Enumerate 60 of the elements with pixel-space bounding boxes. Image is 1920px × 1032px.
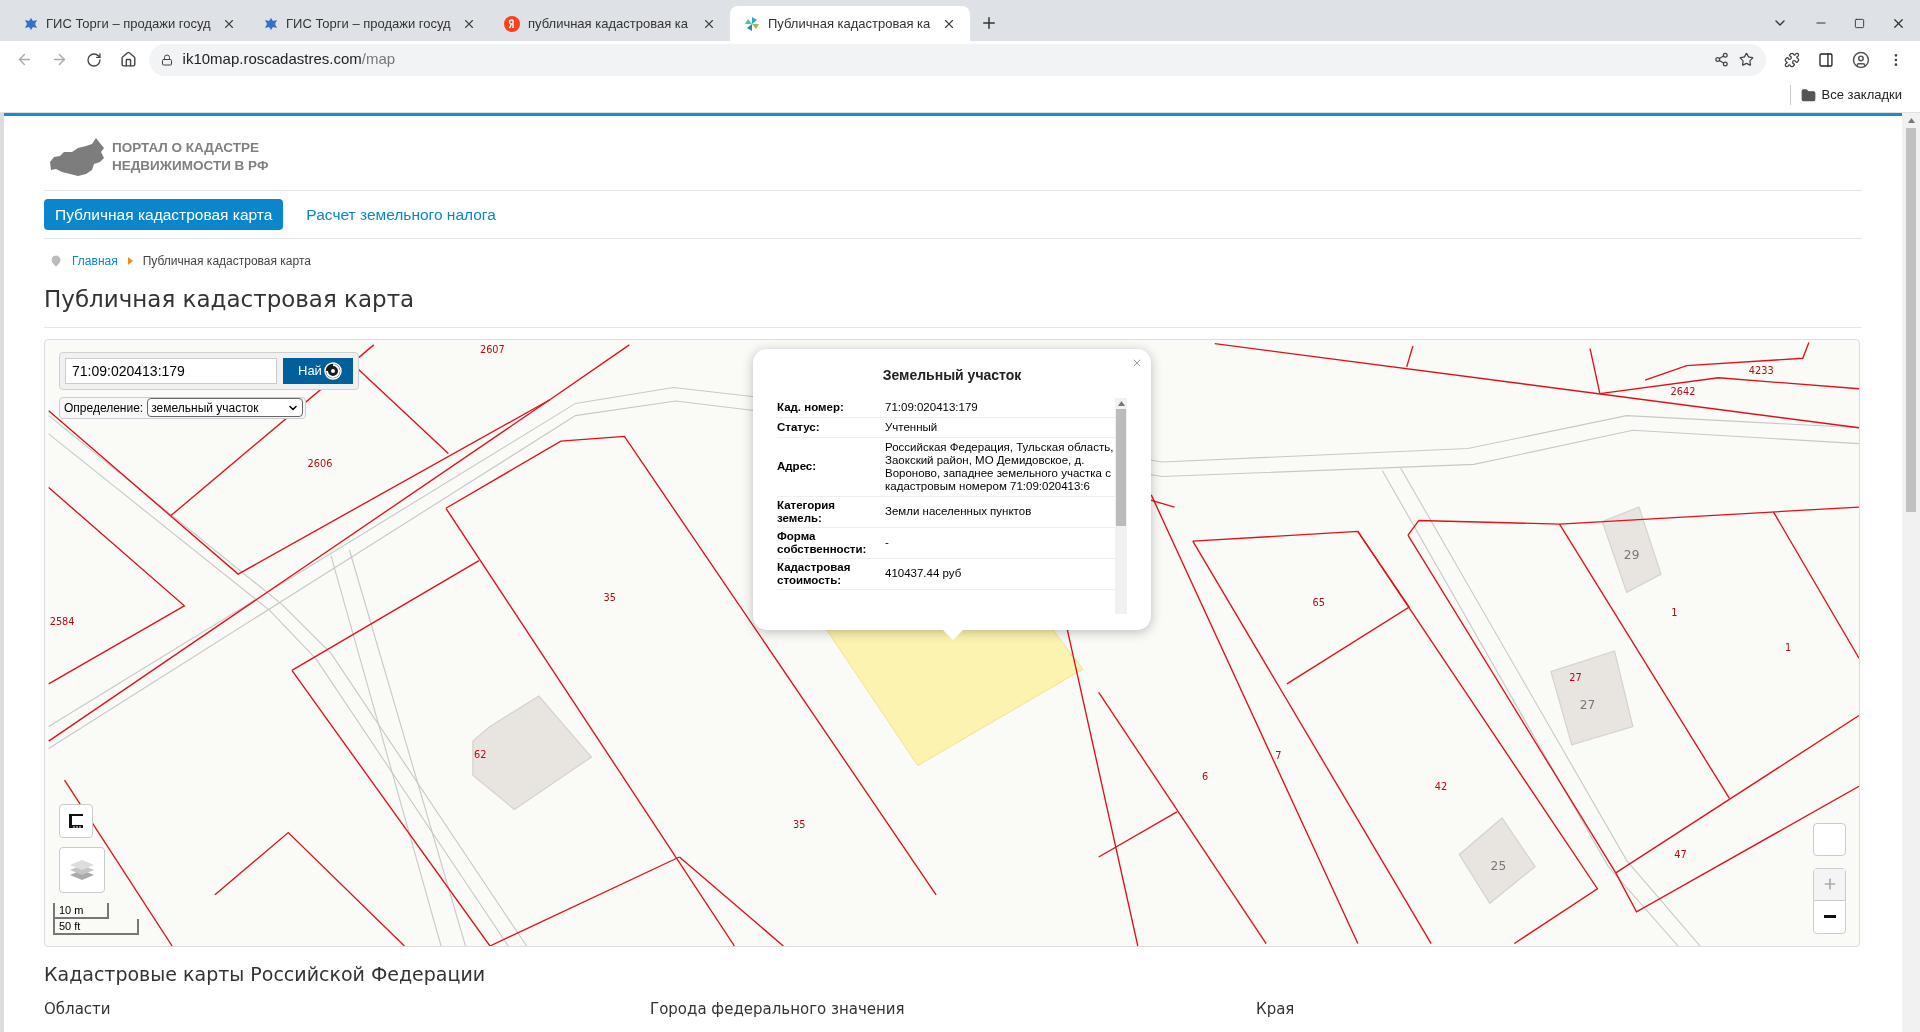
definition-label: Определение: bbox=[64, 399, 144, 417]
page-title: Публичная кадастровая карта bbox=[44, 273, 1862, 328]
building-number: 27 bbox=[1579, 697, 1596, 712]
parcel-number: 47 bbox=[1674, 848, 1687, 860]
browser-tab[interactable]: публичная кадастровая ка bbox=[490, 6, 730, 41]
metric-scale: 10 m bbox=[53, 902, 109, 919]
field-label: Статус: bbox=[777, 420, 821, 434]
field-value: 410437.44 руб bbox=[884, 566, 963, 581]
parcel-number: 4233 bbox=[1748, 364, 1774, 376]
parcel-number: 2607 bbox=[479, 343, 505, 355]
imperial-scale: 50 ft bbox=[53, 918, 139, 935]
parcel-number: 2606 bbox=[307, 457, 333, 469]
cadastral-number-field[interactable]: 71:09:020413:179 bbox=[65, 357, 277, 384]
field-label: Адрес: bbox=[777, 460, 818, 473]
parcel-number: 62 bbox=[473, 748, 487, 760]
find-button[interactable]: Най bbox=[283, 357, 353, 384]
browser-tab[interactable]: Публичная кадастровая ка bbox=[730, 6, 970, 41]
field-value: Учтенный bbox=[884, 419, 939, 435]
browser-tab[interactable]: ГИС Торги – продажи госуд bbox=[250, 6, 490, 41]
field-value: 71:09:020413:179 bbox=[884, 399, 979, 415]
building-number: 29 bbox=[1623, 548, 1640, 562]
parcel-number: 27 bbox=[1569, 671, 1582, 683]
field-value: Российская Федерация, Тульская область, Заокский район, МО Демидовское, д. Вороново, западнее земельного участка с кадастровым номером 71:09:020413:6 bbox=[884, 439, 1115, 494]
all-bookmarks-button[interactable]: Все закладки bbox=[1789, 85, 1902, 105]
parcel-number: 35 bbox=[603, 591, 616, 603]
column-heading: Города федерального значения bbox=[650, 999, 906, 1020]
logo-text: НЕДВИЖИМОСТИ В РФ bbox=[112, 157, 269, 175]
field-label: Кад. номер: bbox=[777, 400, 845, 414]
parcel-number: 2584 bbox=[49, 615, 75, 627]
tab-title: ГИС Торги – продажи госуд bbox=[286, 14, 452, 33]
breadcrumb-link[interactable]: Главная bbox=[72, 251, 118, 270]
parcel-number: 2642 bbox=[1670, 385, 1696, 397]
nav-tab[interactable]: Расчет земельного налога bbox=[295, 199, 507, 230]
column-heading: Края bbox=[1256, 999, 1296, 1020]
parcel-number: 65 bbox=[1312, 596, 1325, 608]
address-bar[interactable]: ik10map.roscadastres.com/map bbox=[148, 43, 1767, 76]
parcel-number: 1 bbox=[1785, 641, 1792, 653]
breadcrumb-current: Публичная кадастровая карта bbox=[142, 252, 311, 270]
field-value: - bbox=[884, 535, 890, 550]
nav-tab[interactable]: Публичная кадастровая карта bbox=[44, 199, 284, 230]
parcel-number: 6 bbox=[1201, 770, 1209, 782]
url-text: ik10map.roscadastres.com/map bbox=[182, 49, 397, 70]
popup-title: Земельный участок bbox=[881, 365, 1023, 385]
parcel-number: 1 bbox=[1671, 606, 1678, 618]
field-value: Земли населенных пунктов bbox=[884, 504, 1033, 519]
column-heading: Области bbox=[44, 999, 112, 1020]
tab-title: Публичная кадастровая ка bbox=[768, 14, 932, 33]
parcel-number: 7 bbox=[1275, 749, 1282, 761]
parcel-number: 35 bbox=[793, 818, 806, 830]
browser-tab[interactable]: ГИС Торги – продажи госуд bbox=[10, 6, 250, 41]
definition-select[interactable]: земельный участок bbox=[147, 398, 304, 417]
field-label: Форма собственности: bbox=[777, 529, 868, 556]
tab-title: публичная кадастровая ка bbox=[528, 14, 689, 33]
field-label: Категория земель: bbox=[777, 498, 837, 525]
parcel-number: 42 bbox=[1434, 780, 1448, 792]
section-title: Кадастровые карты Российской Федерации bbox=[44, 961, 487, 987]
logo-text: ПОРТАЛ О КАДАСТРЕ bbox=[112, 139, 260, 157]
building-number: 25 bbox=[1490, 858, 1507, 873]
tab-title: ГИС Торги – продажи госуд bbox=[46, 14, 212, 33]
field-label: Кадастровая стоимость: bbox=[777, 560, 852, 587]
